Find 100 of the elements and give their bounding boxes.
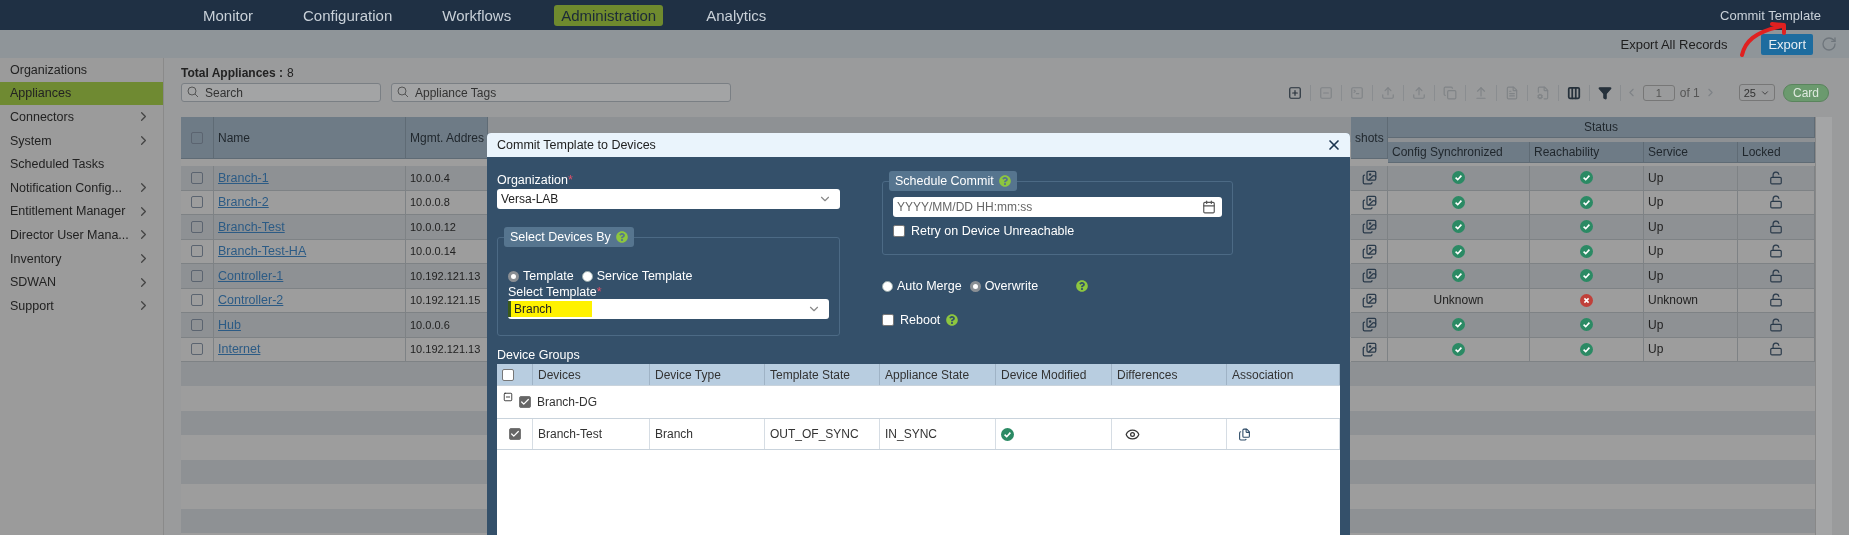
panel-legend: Schedule Commit xyxy=(895,174,994,188)
checkbox[interactable] xyxy=(191,343,203,356)
radio-option[interactable]: Auto Merge xyxy=(882,279,962,293)
table-cell: Up xyxy=(1648,244,1664,259)
open-lock-icon[interactable] xyxy=(1769,317,1783,332)
images-icon[interactable] xyxy=(1361,219,1377,235)
documents-icon[interactable] xyxy=(1238,427,1251,441)
sidebar-item[interactable]: SDWAN xyxy=(0,270,163,294)
sidebar-item[interactable]: Notification Config... xyxy=(0,175,163,200)
table-cell: Up xyxy=(1648,219,1664,234)
sidebar-item[interactable]: Director User Mana... xyxy=(0,223,163,247)
sidebar-item[interactable]: System xyxy=(0,128,163,153)
table-cell: Up xyxy=(1648,170,1664,185)
checkbox[interactable] xyxy=(508,428,521,440)
search-icon xyxy=(187,86,199,98)
table-cell: 10.192.121.15 xyxy=(410,294,481,307)
column-header: Reachability xyxy=(1530,141,1644,163)
radio-option[interactable]: Service Template xyxy=(581,269,693,283)
sidebar-item[interactable]: Scheduled Tasks xyxy=(0,152,163,176)
table-cell: Up xyxy=(1648,317,1664,332)
images-icon[interactable] xyxy=(1361,268,1377,284)
checkbox[interactable] xyxy=(191,196,203,209)
sidebar-item[interactable]: Organizations xyxy=(0,58,163,82)
eye-icon[interactable] xyxy=(1125,426,1140,442)
device-groups-label: Device Groups xyxy=(496,347,581,364)
checkbox[interactable] xyxy=(191,318,203,331)
add-icon[interactable] xyxy=(1287,85,1302,100)
checkbox[interactable] xyxy=(893,225,905,237)
collapse-icon[interactable] xyxy=(503,392,513,402)
search-icon xyxy=(397,86,409,98)
open-lock-icon[interactable] xyxy=(1769,195,1783,210)
organization-select[interactable]: Versa-LAB xyxy=(497,189,840,209)
column-group-header: Status xyxy=(1388,117,1815,138)
checkbox[interactable] xyxy=(502,368,514,381)
sidebar-item[interactable]: Entitlement Manager xyxy=(0,199,163,224)
images-icon[interactable] xyxy=(1361,317,1377,333)
table-cell: 10.0.0.6 xyxy=(410,318,450,331)
calendar-icon[interactable] xyxy=(1202,200,1216,214)
table-cell: OUT_OF_SYNC xyxy=(770,427,859,441)
table-cell: Up xyxy=(1648,195,1664,210)
column-header: Device Modified xyxy=(996,364,1112,385)
table-cell: Branch-Test xyxy=(538,427,603,441)
help-icon[interactable] xyxy=(615,231,628,243)
scrollbar[interactable] xyxy=(1815,117,1832,535)
help-icon[interactable] xyxy=(946,314,959,326)
sidebar-item[interactable]: Support xyxy=(0,293,163,318)
table-cell: IN_SYNC xyxy=(885,427,937,441)
date-time-field[interactable]: YYYY/MM/DD HH:mm:ss xyxy=(893,197,1222,217)
open-lock-icon[interactable] xyxy=(1769,244,1783,259)
commit-template-link[interactable]: Commit Template xyxy=(1720,7,1821,23)
select-template-label: Select Template* xyxy=(508,285,602,299)
export-button[interactable]: Export xyxy=(1761,33,1813,55)
checkbox[interactable] xyxy=(519,396,531,408)
export-all-records-label: Export All Records xyxy=(1620,36,1728,52)
sidebar-item[interactable]: Appliances xyxy=(0,81,163,106)
column-header: Config Synchronized xyxy=(1388,141,1530,163)
sidebar-item[interactable]: Connectors xyxy=(0,105,163,129)
checkbox[interactable] xyxy=(882,314,894,326)
open-lock-icon[interactable] xyxy=(1769,219,1783,234)
help-icon[interactable] xyxy=(1076,280,1089,292)
open-lock-icon[interactable] xyxy=(1769,342,1783,357)
open-lock-icon[interactable] xyxy=(1769,293,1783,308)
table-cell: Up xyxy=(1648,342,1664,357)
nav-tab[interactable]: Administration xyxy=(554,4,664,26)
checkbox[interactable] xyxy=(191,171,203,184)
column-header: Device Type xyxy=(650,364,765,385)
table-cell: Up xyxy=(1648,268,1664,283)
images-icon[interactable] xyxy=(1361,194,1377,210)
nav-tab[interactable]: Analytics xyxy=(699,4,774,26)
checkbox[interactable] xyxy=(191,269,203,282)
page-count: of 1 xyxy=(1679,85,1700,100)
page-size-select[interactable]: 25 xyxy=(1738,84,1775,101)
radio-option[interactable]: Template xyxy=(508,269,574,283)
columns-icon[interactable] xyxy=(1566,85,1581,100)
template-select[interactable]: Branch xyxy=(508,299,829,319)
help-icon[interactable] xyxy=(998,175,1011,187)
sidebar-item[interactable]: Inventory xyxy=(0,246,163,271)
filter-icon[interactable] xyxy=(1597,85,1612,100)
nav-tab[interactable]: Workflows xyxy=(435,4,519,26)
close-button[interactable] xyxy=(1326,137,1342,153)
images-icon[interactable] xyxy=(1361,341,1377,357)
checkbox[interactable] xyxy=(191,294,203,307)
open-lock-icon[interactable] xyxy=(1769,268,1783,283)
column-header: Name xyxy=(214,117,406,159)
nav-tab[interactable]: Monitor xyxy=(196,4,261,26)
table-cell: 10.192.121.13 xyxy=(410,269,481,282)
appliance-tags-field[interactable]: Appliance Tags xyxy=(391,83,731,102)
radio-option[interactable]: Overwrite xyxy=(969,279,1039,293)
search-field[interactable]: Search xyxy=(181,83,381,102)
images-icon[interactable] xyxy=(1361,292,1377,308)
nav-tab[interactable]: Configuration xyxy=(296,4,400,26)
open-lock-icon[interactable] xyxy=(1769,170,1783,185)
checkbox-label: Retry on Device Unreachable xyxy=(911,224,1075,238)
table-cell: Branch xyxy=(655,427,694,441)
checkbox[interactable] xyxy=(191,245,203,258)
panel-legend: Select Devices By xyxy=(510,230,611,244)
images-icon[interactable] xyxy=(1361,243,1377,259)
checkbox[interactable] xyxy=(191,220,203,233)
images-icon[interactable] xyxy=(1361,170,1377,186)
column-header: Locked xyxy=(1738,141,1815,163)
